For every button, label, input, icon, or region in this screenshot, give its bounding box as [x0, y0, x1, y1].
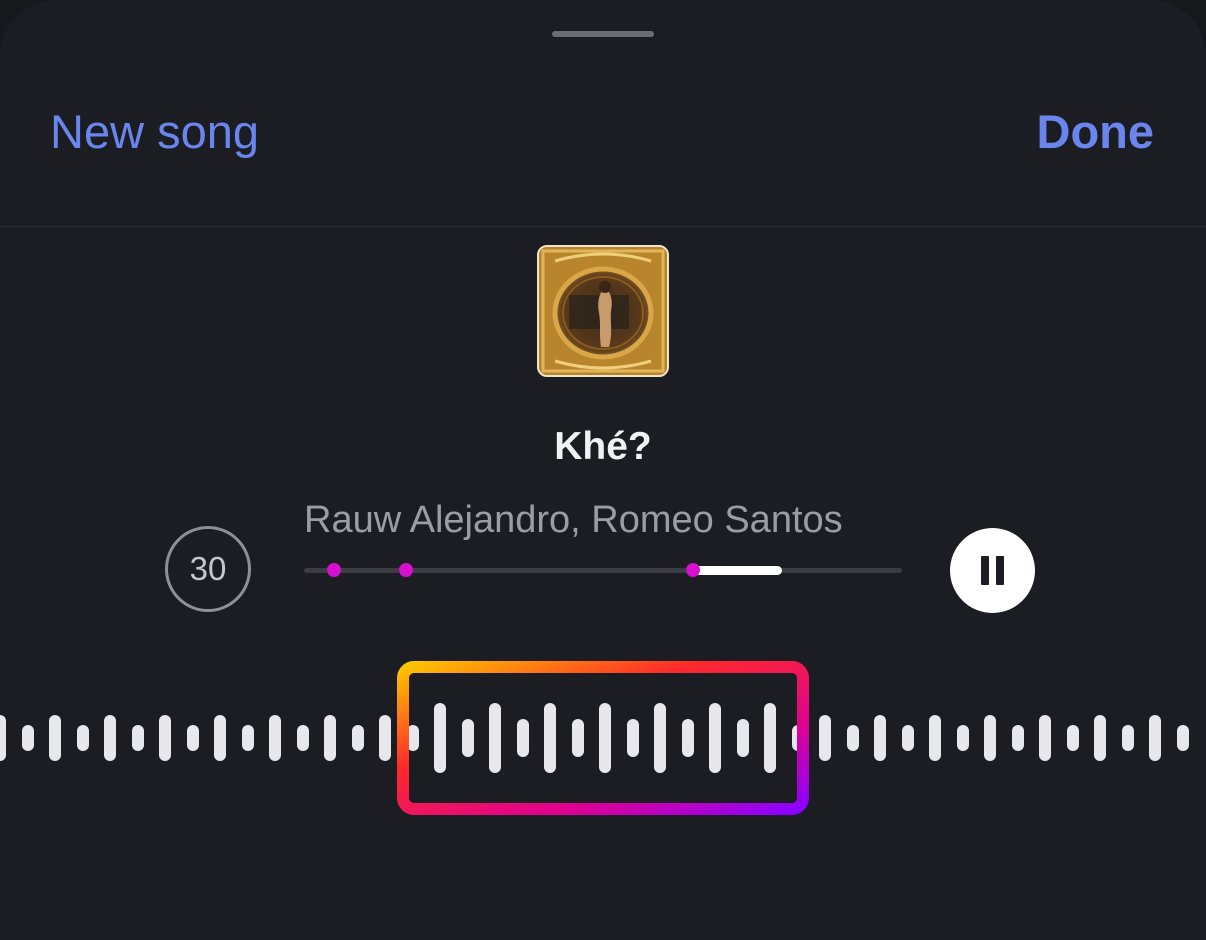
pause-icon [981, 556, 989, 585]
waveform-bar [49, 715, 61, 761]
waveform-bar [269, 715, 281, 761]
waveform-bar [1176, 725, 1189, 751]
waveform-bar [956, 725, 969, 751]
waveform-bar [1094, 715, 1106, 761]
album-cover-art [539, 247, 667, 375]
waveform-bar [929, 715, 941, 761]
waveform-bar [984, 715, 996, 761]
waveform-bar [1011, 725, 1024, 751]
scrubber-track [304, 568, 902, 573]
waveform-bar [296, 725, 309, 751]
waveform-bar [186, 725, 199, 751]
song-title: Khé? [554, 425, 652, 468]
new-song-button[interactable]: New song [50, 102, 259, 162]
clip-selector-frame[interactable] [396, 660, 810, 816]
song-artist: Rauw Alejandro, Romeo Santos [304, 499, 843, 541]
skip-30-button[interactable]: 30 [165, 526, 251, 612]
waveform-bar [874, 715, 886, 761]
waveform-bar [379, 715, 391, 761]
waveform-bar [819, 715, 831, 761]
waveform-bar [21, 725, 34, 751]
scrubber-marker[interactable] [326, 563, 341, 577]
waveform-bar [104, 715, 116, 761]
song-scrubber[interactable] [304, 560, 904, 580]
bottom-sheet: New song Done Khé? Rauw Alejandro, Romeo… [0, 0, 1206, 940]
pause-button[interactable] [950, 528, 1035, 613]
scrubber-marker[interactable] [685, 563, 700, 577]
waveform-bar [351, 725, 364, 751]
album-cover [537, 245, 669, 377]
waveform-bar [901, 725, 914, 751]
scrubber-selected-range [692, 566, 783, 575]
header-divider [0, 226, 1206, 227]
waveform-bar [159, 715, 171, 761]
scrubber-marker[interactable] [398, 563, 413, 577]
waveform-bar [324, 715, 336, 761]
waveform-bar [846, 725, 859, 751]
waveform-bar [1149, 715, 1161, 761]
pause-icon-bar [996, 556, 1004, 585]
waveform-bar [131, 725, 144, 751]
waveform-bar [1121, 725, 1134, 751]
waveform-bar [76, 725, 89, 751]
done-button[interactable]: Done [1037, 102, 1155, 162]
sheet-grabber[interactable] [552, 31, 654, 37]
waveform-bar [0, 715, 6, 761]
waveform-bar [241, 725, 254, 751]
skip-30-label: 30 [189, 550, 227, 587]
waveform-bar [214, 715, 226, 761]
waveform-bar [1039, 715, 1051, 761]
waveform-bar [1066, 725, 1079, 751]
